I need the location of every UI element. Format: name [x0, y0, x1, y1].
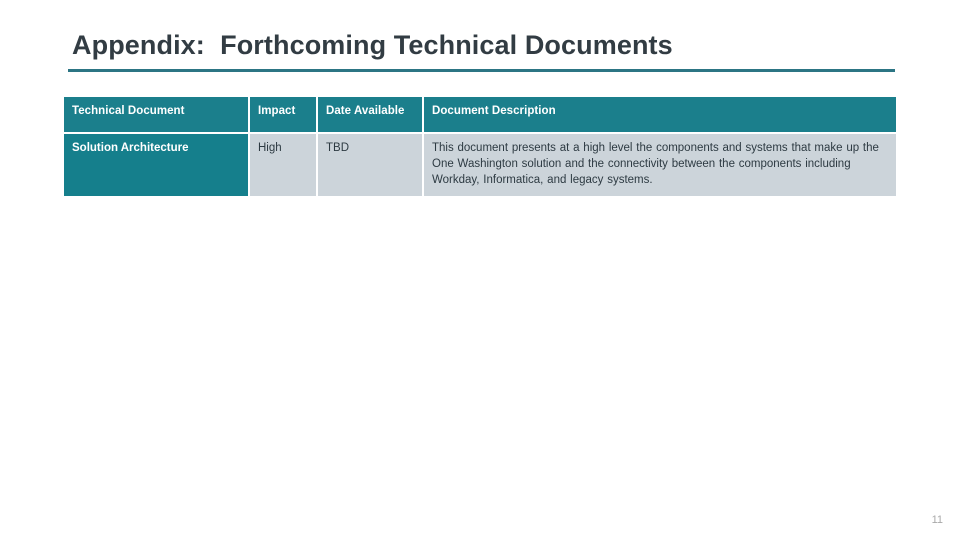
title-block: Appendix: Forthcoming Technical Document…: [68, 30, 896, 73]
column-header-technical-document: Technical Document: [64, 97, 250, 134]
column-header-impact: Impact: [250, 97, 318, 134]
table-row: Solution Architecture High TBD This docu…: [64, 134, 896, 198]
table-header-row: Technical Document Impact Date Available…: [64, 97, 896, 134]
slide-canvas: Appendix: Forthcoming Technical Document…: [0, 0, 960, 540]
table-header: Technical Document Impact Date Available…: [64, 97, 896, 134]
cell-impact: High: [250, 134, 318, 198]
cell-date-available: TBD: [318, 134, 424, 198]
column-header-document-description: Document Description: [424, 97, 896, 134]
table-body: Solution Architecture High TBD This docu…: [64, 134, 896, 198]
page-title: Appendix: Forthcoming Technical Document…: [72, 30, 673, 60]
cell-document-description: This document presents at a high level t…: [424, 134, 896, 198]
title-underline-rule: [68, 69, 895, 73]
column-header-date-available: Date Available: [318, 97, 424, 134]
forthcoming-documents-table: Technical Document Impact Date Available…: [64, 97, 896, 198]
document-description-text: This document presents at a high level t…: [432, 142, 879, 186]
page-number: 11: [931, 514, 943, 526]
cell-technical-document: Solution Architecture: [64, 134, 250, 198]
